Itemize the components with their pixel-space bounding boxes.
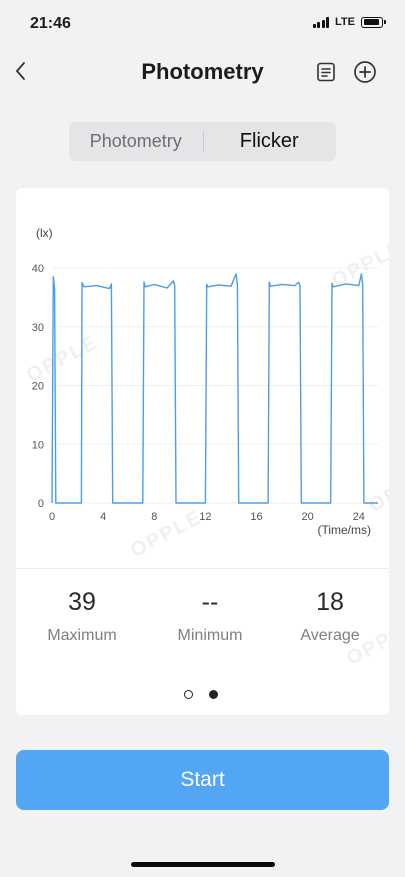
- tab-flicker[interactable]: Flicker: [203, 122, 337, 161]
- average-label: Average: [300, 627, 360, 644]
- start-button[interactable]: Start: [16, 750, 389, 810]
- minimum-value: --: [201, 588, 219, 616]
- x-tick-label: 16: [250, 511, 262, 523]
- status-time: 21:46: [30, 15, 71, 32]
- flicker-card: OPPLE OPPLE OPPLE OPPLE OPPLE 0 10 20 30 40 0…: [16, 188, 389, 715]
- average-stat: 18 Average: [268, 588, 389, 645]
- records-button[interactable]: [314, 60, 338, 84]
- x-tick-label: 20: [302, 511, 314, 523]
- x-tick-label: 24: [353, 511, 365, 523]
- maximum-value: 39: [68, 588, 96, 616]
- plus-circle-icon: [354, 61, 376, 83]
- y-tick-label: 10: [32, 439, 44, 451]
- home-indicator: [131, 862, 275, 867]
- signal-icon: [312, 16, 330, 28]
- battery-icon: [361, 16, 386, 28]
- page-dot-active[interactable]: [209, 690, 218, 699]
- x-tick-label: 0: [49, 511, 55, 523]
- average-value: 18: [316, 588, 344, 616]
- card-divider: [16, 568, 389, 569]
- status-bar: 21:46 LTE: [0, 0, 405, 46]
- add-button[interactable]: [352, 59, 378, 85]
- page-indicator: [184, 690, 218, 699]
- minimum-stat: -- Minimum: [148, 588, 272, 645]
- y-tick-label: 40: [32, 263, 44, 275]
- segment-divider: [203, 131, 204, 152]
- x-tick-label: 12: [199, 511, 211, 523]
- document-icon: [317, 62, 335, 82]
- page-dot[interactable]: [184, 690, 193, 699]
- page-title: Photometry: [141, 59, 264, 84]
- back-button[interactable]: [8, 58, 34, 84]
- x-tick-label: 8: [151, 511, 157, 523]
- nav-bar: Photometry: [0, 48, 405, 94]
- series-line: [51, 273, 378, 504]
- flicker-chart: 0 10 20 30 40 0 4 8 12 16 20 24 (lx) (Time/ms): [32, 226, 378, 537]
- mode-segmented-control: Photometry Flicker: [69, 122, 336, 161]
- x-tick-label: 4: [100, 511, 106, 523]
- y-tick-label: 20: [32, 381, 44, 393]
- minimum-label: Minimum: [177, 627, 243, 644]
- x-axis-label: (Time/ms): [317, 523, 371, 537]
- maximum-stat: 39 Maximum: [20, 588, 144, 645]
- maximum-label: Maximum: [47, 627, 117, 644]
- status-indicators: LTE: [312, 16, 386, 28]
- tab-photometry[interactable]: Photometry: [69, 122, 203, 161]
- y-axis-label: (lx): [36, 226, 53, 240]
- y-tick-label: 30: [32, 322, 44, 334]
- chevron-left-icon: [16, 62, 25, 80]
- network-type: LTE: [335, 16, 355, 28]
- y-tick-label: 0: [38, 498, 44, 510]
